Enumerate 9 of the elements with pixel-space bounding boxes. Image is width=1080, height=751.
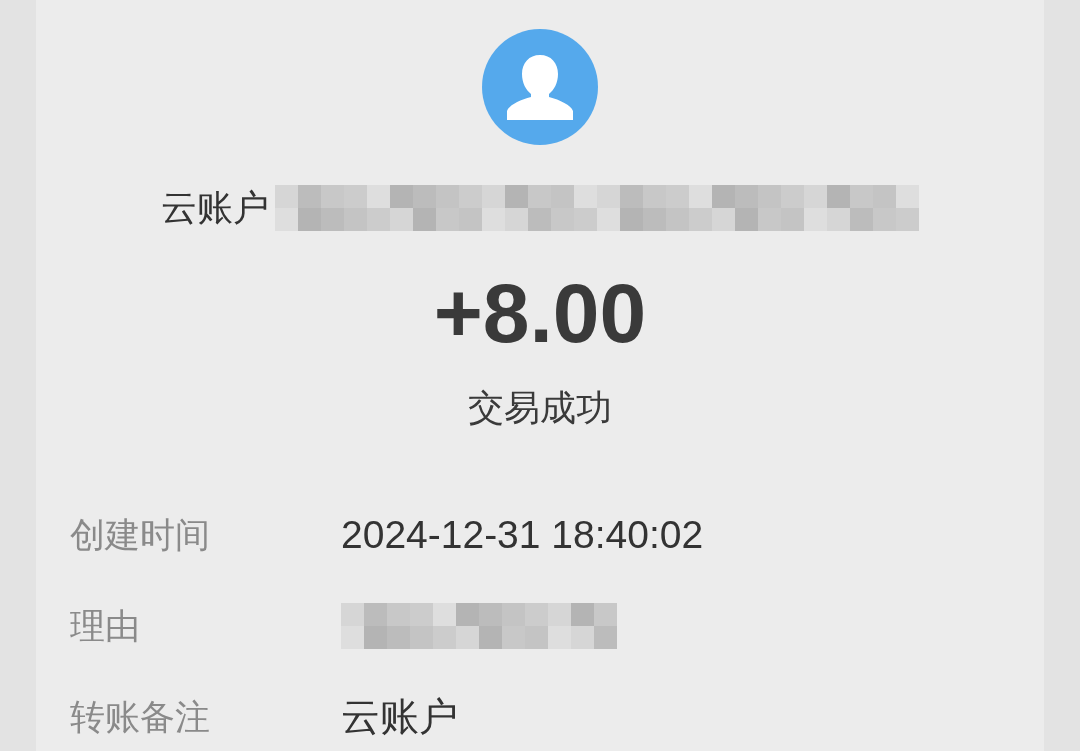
detail-value: 云账户 xyxy=(341,694,458,740)
transaction-status: 交易成功 xyxy=(468,386,612,430)
avatar-icon xyxy=(482,29,598,145)
detail-value: 2024-12-31 18:40:02 xyxy=(341,512,704,558)
payer-name: 云账户 xyxy=(161,186,269,230)
detail-label: 创建时间 xyxy=(70,514,211,556)
detail-label: 转账备注 xyxy=(70,696,211,738)
amount: +8.00 xyxy=(433,271,647,355)
detail-label: 理由 xyxy=(70,605,141,647)
